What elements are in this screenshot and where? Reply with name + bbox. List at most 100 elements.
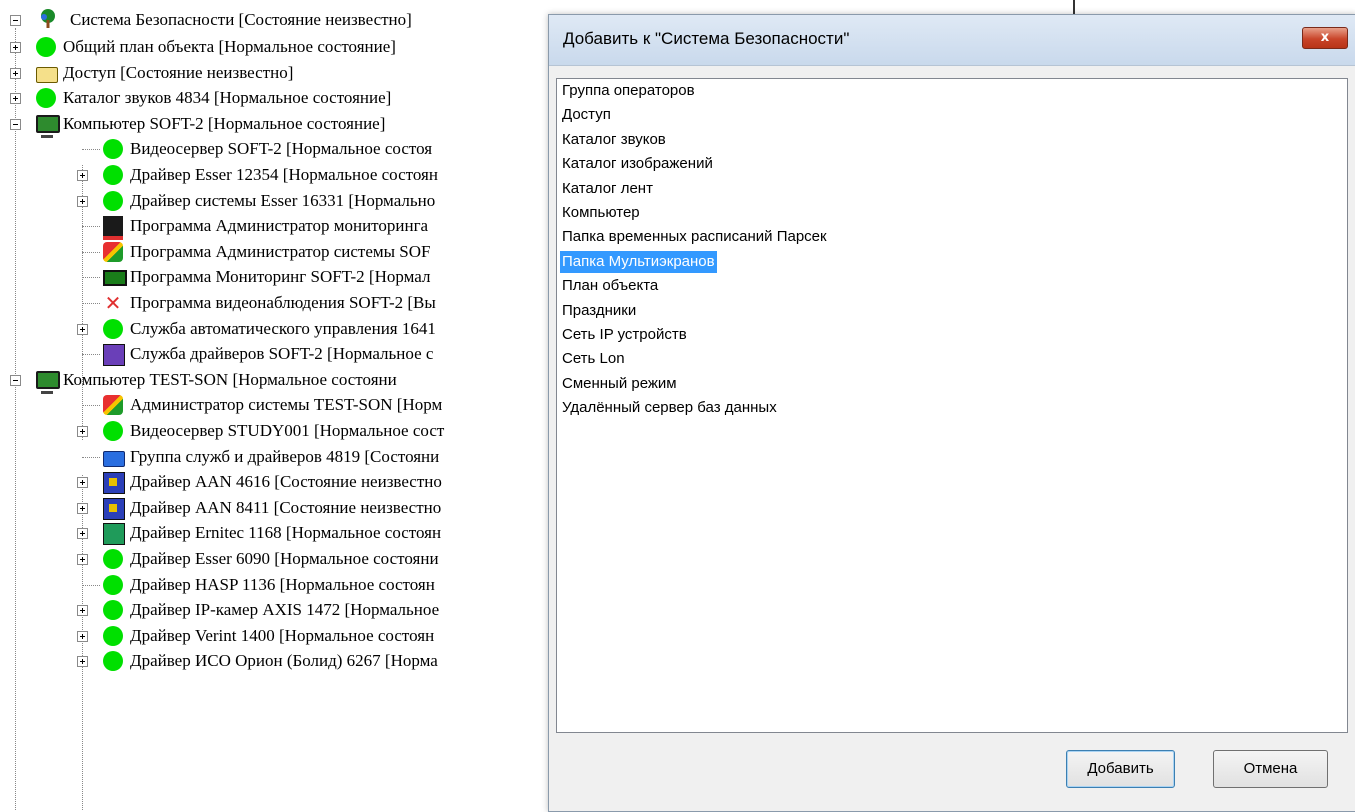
tree-item[interactable]: Программа Мониторинг SOFT-2 [Нормал xyxy=(0,265,560,289)
green-status-icon xyxy=(103,165,123,185)
monitoring-admin-icon xyxy=(103,216,123,240)
driver-icon xyxy=(103,523,125,545)
list-item[interactable]: Папка временных расписаний Парсек xyxy=(560,226,829,248)
tree-item-root[interactable]: Система Безопасности [Состояние неизвест… xyxy=(0,8,560,32)
tree-item[interactable]: Видеосервер STUDY001 [Нормальное сост xyxy=(0,419,560,443)
list-item[interactable]: Каталог звуков xyxy=(560,129,668,151)
tree-item-label: Служба автоматического управления 1641 xyxy=(130,319,436,338)
tree-item-label: Компьютер SOFT-2 [Нормальное состояние] xyxy=(63,114,386,133)
list-item[interactable]: Праздники xyxy=(560,300,638,322)
chip-icon xyxy=(103,498,125,520)
list-item[interactable]: Доступ xyxy=(560,104,613,126)
tree-item-label: Видеосервер SOFT-2 [Нормальное состоя xyxy=(130,139,433,158)
list-item[interactable]: Удалённый сервер баз данных xyxy=(560,397,779,419)
tree-item-label: Программа Мониторинг SOFT-2 [Нормал xyxy=(130,267,431,286)
tree-item[interactable]: Служба автоматического управления 1641 xyxy=(0,317,560,341)
tree-item[interactable]: Драйвер Verint 1400 [Нормальное состоян xyxy=(0,624,560,648)
tree-item[interactable]: Драйвер IP-камер AXIS 1472 [Нормальное xyxy=(0,598,560,622)
tree-item[interactable]: Драйвер Esser 6090 [Нормальное состояни xyxy=(0,547,560,571)
chip-icon xyxy=(103,472,125,494)
tree-item[interactable]: Каталог звуков 4834 [Нормальное состояни… xyxy=(0,86,560,110)
admin-icon xyxy=(103,242,123,262)
tree-item-label: Драйвер AAN 8411 [Состояние неизвестно xyxy=(130,498,442,517)
tree-item-label: Драйвер HASP 1136 [Нормальное состоян xyxy=(130,575,435,594)
service-icon xyxy=(103,344,125,366)
tree-item-label: Драйвер Verint 1400 [Нормальное состоян xyxy=(130,626,435,645)
list-item[interactable]: Сеть Lon xyxy=(560,348,627,370)
green-status-icon xyxy=(103,549,123,569)
green-status-icon xyxy=(103,575,123,595)
tree-item-label: Компьютер TEST-SON [Нормальное состояни xyxy=(63,370,397,389)
green-status-icon xyxy=(36,88,56,108)
splitter xyxy=(1073,0,1075,14)
green-status-icon xyxy=(103,319,123,339)
tree-item-label: Каталог звуков 4834 [Нормальное состояни… xyxy=(63,88,392,107)
tree-item-label: Программа Администратор мониторинга xyxy=(130,216,429,235)
tree-item-label: Драйвер Ernitec 1168 [Нормальное состоян xyxy=(130,523,442,542)
close-icon: x xyxy=(1320,30,1330,45)
tree-item-label: Видеосервер STUDY001 [Нормальное сост xyxy=(130,421,445,440)
tree-item[interactable]: ✕ Программа видеонаблюдения SOFT-2 [Вы xyxy=(0,291,560,315)
computer-icon xyxy=(36,371,60,394)
tree-item[interactable]: Общий план объекта [Нормальное состояние… xyxy=(0,35,560,59)
folder-icon xyxy=(36,67,58,83)
tree-item[interactable]: Группа служб и драйверов 4819 [Состояни xyxy=(0,445,560,469)
background-panel xyxy=(1040,0,1355,14)
tree-item[interactable]: Программа Администратор мониторинга xyxy=(0,214,560,240)
list-item[interactable]: Папка Мультиэкранов xyxy=(560,250,717,273)
tree-item[interactable]: Драйвер HASP 1136 [Нормальное состоян xyxy=(0,573,560,597)
tree-item[interactable]: Компьютер TEST-SON [Нормальное состояни xyxy=(0,368,560,394)
list-item[interactable]: Компьютер xyxy=(560,202,642,224)
green-status-icon xyxy=(103,651,123,671)
list-item[interactable]: Сменный режим xyxy=(560,373,679,395)
blue-folder-icon xyxy=(103,451,125,467)
green-status-icon xyxy=(36,37,56,57)
tree-item[interactable]: Администратор системы TEST-SON [Норм xyxy=(0,393,560,417)
admin-icon xyxy=(103,395,123,415)
tree-item-label: Драйвер IP-камер AXIS 1472 [Нормальное xyxy=(130,600,440,619)
tree-item[interactable]: Драйвер AAN 8411 [Состояние неизвестно xyxy=(0,496,560,520)
tree-item[interactable]: Программа Администратор системы SOF xyxy=(0,240,560,264)
object-type-list[interactable]: Группа операторов Доступ Каталог звуков Кат… xyxy=(556,78,1348,733)
tree-item[interactable]: Доступ [Состояние неизвестно] xyxy=(0,61,560,85)
tree-item[interactable]: Драйвер ИСО Орион (Болид) 6267 [Норма xyxy=(0,649,560,673)
list-item[interactable]: Каталог лент xyxy=(560,178,655,200)
list-item[interactable]: Сеть IP устройств xyxy=(560,324,689,346)
tree-item-label: Программа видеонаблюдения SOFT-2 [Вы xyxy=(130,293,436,312)
tree-item-label: Драйвер системы Esser 16331 [Нормально xyxy=(130,191,436,210)
tree-item[interactable]: Драйвер Ernitec 1168 [Нормальное состоян xyxy=(0,521,560,545)
close-button[interactable]: x xyxy=(1302,27,1348,49)
tree-item-label: Группа служб и драйверов 4819 [Состояни xyxy=(130,447,440,466)
tree-item-label: Драйвер Esser 6090 [Нормальное состояни xyxy=(130,549,439,568)
tree-item-label: Программа Администратор системы SOF xyxy=(130,242,431,261)
tree-item-label: Общий план объекта [Нормальное состояние… xyxy=(63,37,396,56)
computer-icon xyxy=(36,115,60,138)
tree-item-label: Драйвер ИСО Орион (Болид) 6267 [Норма xyxy=(130,651,438,670)
green-status-icon xyxy=(103,139,123,159)
tree-item-label: Доступ [Состояние неизвестно] xyxy=(63,63,294,82)
tree-icon xyxy=(38,9,58,29)
tree-item[interactable]: Компьютер SOFT-2 [Нормальное состояние] xyxy=(0,112,560,138)
add-dialog: Добавить к "Система Безопасности" x Груп… xyxy=(548,14,1355,812)
cancel-button[interactable]: Отмена xyxy=(1213,750,1328,788)
dialog-title: Добавить к "Система Безопасности" xyxy=(563,29,850,48)
list-item[interactable]: Каталог изображений xyxy=(560,153,715,175)
tree-item[interactable]: Драйвер AAN 4616 [Состояние неизвестно xyxy=(0,470,560,494)
tree-item[interactable]: Служба драйверов SOFT-2 [Нормальное с xyxy=(0,342,560,366)
tree-item[interactable]: Драйвер Esser 12354 [Нормальное состоян xyxy=(0,163,560,187)
green-status-icon xyxy=(103,191,123,211)
tree-item-label: Система Безопасности [Состояние неизвест… xyxy=(70,10,412,29)
dialog-titlebar[interactable]: Добавить к "Система Безопасности" x xyxy=(549,15,1355,66)
green-status-icon xyxy=(103,600,123,620)
disabled-x-icon: ✕ xyxy=(104,291,122,315)
add-button[interactable]: Добавить xyxy=(1066,750,1175,788)
green-status-icon xyxy=(103,421,123,441)
tree-item-label: Служба драйверов SOFT-2 [Нормальное с xyxy=(130,344,434,363)
list-item[interactable]: Группа операторов xyxy=(560,80,697,102)
tree-item[interactable]: Видеосервер SOFT-2 [Нормальное состоя xyxy=(0,137,560,161)
tree-item[interactable]: Драйвер системы Esser 16331 [Нормально xyxy=(0,189,560,213)
monitor-icon xyxy=(103,270,127,286)
list-item[interactable]: План объекта xyxy=(560,275,660,297)
tree-item-label: Драйвер Esser 12354 [Нормальное состоян xyxy=(130,165,438,184)
green-status-icon xyxy=(103,626,123,646)
